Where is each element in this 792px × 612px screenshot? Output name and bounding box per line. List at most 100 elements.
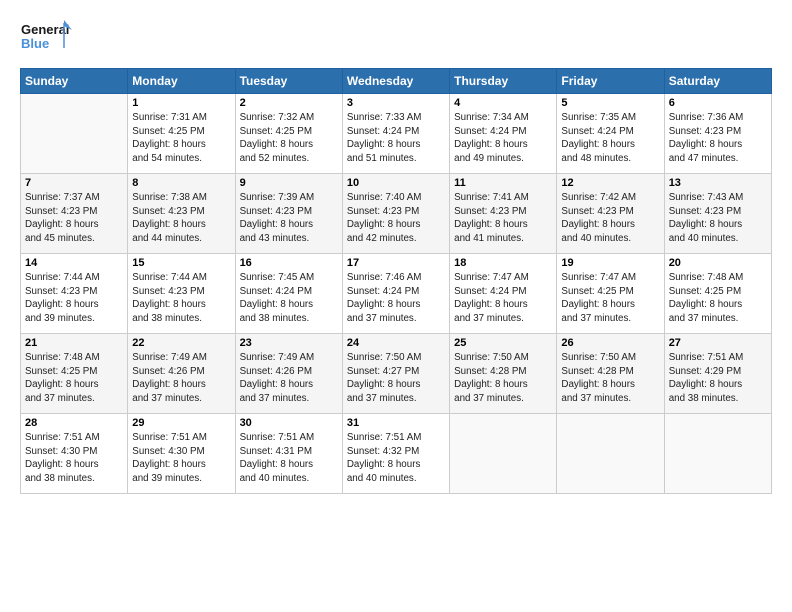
day-number: 29	[132, 417, 230, 429]
day-info: Sunrise: 7:40 AM Sunset: 4:23 PM Dayligh…	[347, 191, 445, 246]
calendar-cell: 23Sunrise: 7:49 AM Sunset: 4:26 PM Dayli…	[235, 334, 342, 414]
day-info: Sunrise: 7:32 AM Sunset: 4:25 PM Dayligh…	[240, 111, 338, 166]
day-number: 2	[240, 97, 338, 109]
calendar-cell: 13 Sunrise: 7:43 AM Sunset: 4:23 PM Dayli…	[664, 174, 771, 254]
day-info: Sunrise: 7:42 AM Sunset: 4:23 PM Dayligh…	[561, 191, 659, 246]
day-info: Sunrise: 7:31 AM Sunset: 4:25 PM Dayligh…	[132, 111, 230, 166]
calendar-cell: 30Sunrise: 7:51 AM Sunset: 4:31 PM Dayli…	[235, 414, 342, 494]
calendar-cell: 7 Sunrise: 7:37 AM Sunset: 4:23 PM Daylig…	[21, 174, 128, 254]
day-info: Sunrise: 7:35 AM Sunset: 4:24 PM Dayligh…	[561, 111, 659, 166]
day-info: Sunrise: 7:33 AM Sunset: 4:24 PM Dayligh…	[347, 111, 445, 166]
day-number: 9	[240, 177, 338, 189]
day-info: Sunrise: 7:50 AM Sunset: 4:28 PM Dayligh…	[454, 351, 552, 406]
day-info: Sunrise: 7:43 AM Sunset: 4:23 PM Dayligh…	[669, 191, 767, 246]
logo: General Blue	[20, 18, 72, 60]
calendar-cell: 16 Sunrise: 7:45 AM Sunset: 4:24 PM Dayli…	[235, 254, 342, 334]
calendar-cell: 17 Sunrise: 7:46 AM Sunset: 4:24 PM Dayli…	[342, 254, 449, 334]
day-number: 16	[240, 257, 338, 269]
calendar-table: SundayMondayTuesdayWednesdayThursdayFrid…	[20, 68, 772, 494]
day-number: 21	[25, 337, 123, 349]
day-number: 11	[454, 177, 552, 189]
calendar-cell: 9 Sunrise: 7:39 AM Sunset: 4:23 PM Daylig…	[235, 174, 342, 254]
calendar-day-header: Friday	[557, 69, 664, 94]
day-info: Sunrise: 7:45 AM Sunset: 4:24 PM Dayligh…	[240, 271, 338, 326]
day-number: 14	[25, 257, 123, 269]
calendar-cell	[21, 94, 128, 174]
calendar-cell: 22 Sunrise: 7:49 AM Sunset: 4:26 PM Dayli…	[128, 334, 235, 414]
calendar-cell: 19Sunrise: 7:47 AM Sunset: 4:25 PM Dayli…	[557, 254, 664, 334]
calendar-cell: 11 Sunrise: 7:41 AM Sunset: 4:23 PM Dayli…	[450, 174, 557, 254]
day-number: 3	[347, 97, 445, 109]
day-number: 24	[347, 337, 445, 349]
day-info: Sunrise: 7:47 AM Sunset: 4:25 PM Dayligh…	[561, 271, 659, 326]
day-number: 17	[347, 257, 445, 269]
calendar-cell: 29 Sunrise: 7:51 AM Sunset: 4:30 PM Dayli…	[128, 414, 235, 494]
day-info: Sunrise: 7:51 AM Sunset: 4:32 PM Dayligh…	[347, 431, 445, 486]
svg-text:General: General	[21, 22, 69, 37]
day-info: Sunrise: 7:48 AM Sunset: 4:25 PM Dayligh…	[669, 271, 767, 326]
calendar-week-row: 1 Sunrise: 7:31 AM Sunset: 4:25 PM Daylig…	[21, 94, 772, 174]
calendar-cell: 20 Sunrise: 7:48 AM Sunset: 4:25 PM Dayli…	[664, 254, 771, 334]
day-number: 1	[132, 97, 230, 109]
day-number: 7	[25, 177, 123, 189]
calendar-cell: 12 Sunrise: 7:42 AM Sunset: 4:23 PM Dayli…	[557, 174, 664, 254]
calendar-cell: 8Sunrise: 7:38 AM Sunset: 4:23 PM Daylig…	[128, 174, 235, 254]
calendar-cell: 21 Sunrise: 7:48 AM Sunset: 4:25 PM Dayli…	[21, 334, 128, 414]
calendar-cell	[557, 414, 664, 494]
calendar-cell: 5 Sunrise: 7:35 AM Sunset: 4:24 PM Daylig…	[557, 94, 664, 174]
calendar-cell: 26 Sunrise: 7:50 AM Sunset: 4:28 PM Dayli…	[557, 334, 664, 414]
day-info: Sunrise: 7:50 AM Sunset: 4:27 PM Dayligh…	[347, 351, 445, 406]
calendar-cell: 1 Sunrise: 7:31 AM Sunset: 4:25 PM Daylig…	[128, 94, 235, 174]
day-number: 20	[669, 257, 767, 269]
day-info: Sunrise: 7:49 AM Sunset: 4:26 PM Dayligh…	[132, 351, 230, 406]
calendar-week-row: 7 Sunrise: 7:37 AM Sunset: 4:23 PM Daylig…	[21, 174, 772, 254]
calendar-cell: 6 Sunrise: 7:36 AM Sunset: 4:23 PM Daylig…	[664, 94, 771, 174]
day-number: 28	[25, 417, 123, 429]
calendar-cell: 15Sunrise: 7:44 AM Sunset: 4:23 PM Dayli…	[128, 254, 235, 334]
day-number: 12	[561, 177, 659, 189]
calendar-week-row: 14 Sunrise: 7:44 AM Sunset: 4:23 PM Dayli…	[21, 254, 772, 334]
day-number: 22	[132, 337, 230, 349]
day-number: 25	[454, 337, 552, 349]
day-number: 18	[454, 257, 552, 269]
calendar-day-header: Sunday	[21, 69, 128, 94]
day-number: 4	[454, 97, 552, 109]
calendar-cell: 3 Sunrise: 7:33 AM Sunset: 4:24 PM Daylig…	[342, 94, 449, 174]
day-info: Sunrise: 7:47 AM Sunset: 4:24 PM Dayligh…	[454, 271, 552, 326]
calendar-cell: 14 Sunrise: 7:44 AM Sunset: 4:23 PM Dayli…	[21, 254, 128, 334]
day-number: 6	[669, 97, 767, 109]
calendar-cell: 24 Sunrise: 7:50 AM Sunset: 4:27 PM Dayli…	[342, 334, 449, 414]
day-info: Sunrise: 7:44 AM Sunset: 4:23 PM Dayligh…	[132, 271, 230, 326]
day-info: Sunrise: 7:34 AM Sunset: 4:24 PM Dayligh…	[454, 111, 552, 166]
day-info: Sunrise: 7:37 AM Sunset: 4:23 PM Dayligh…	[25, 191, 123, 246]
day-info: Sunrise: 7:46 AM Sunset: 4:24 PM Dayligh…	[347, 271, 445, 326]
day-info: Sunrise: 7:41 AM Sunset: 4:23 PM Dayligh…	[454, 191, 552, 246]
day-info: Sunrise: 7:36 AM Sunset: 4:23 PM Dayligh…	[669, 111, 767, 166]
day-info: Sunrise: 7:51 AM Sunset: 4:31 PM Dayligh…	[240, 431, 338, 486]
calendar-cell: 18 Sunrise: 7:47 AM Sunset: 4:24 PM Dayli…	[450, 254, 557, 334]
day-info: Sunrise: 7:39 AM Sunset: 4:23 PM Dayligh…	[240, 191, 338, 246]
day-number: 5	[561, 97, 659, 109]
day-number: 26	[561, 337, 659, 349]
calendar-cell: 2 Sunrise: 7:32 AM Sunset: 4:25 PM Daylig…	[235, 94, 342, 174]
svg-text:Blue: Blue	[21, 36, 49, 51]
day-info: Sunrise: 7:48 AM Sunset: 4:25 PM Dayligh…	[25, 351, 123, 406]
calendar-day-header: Monday	[128, 69, 235, 94]
logo-svg: General Blue	[20, 18, 72, 60]
day-info: Sunrise: 7:44 AM Sunset: 4:23 PM Dayligh…	[25, 271, 123, 326]
calendar-week-row: 21 Sunrise: 7:48 AM Sunset: 4:25 PM Dayli…	[21, 334, 772, 414]
calendar-day-header: Thursday	[450, 69, 557, 94]
calendar-cell: 27Sunrise: 7:51 AM Sunset: 4:29 PM Dayli…	[664, 334, 771, 414]
day-number: 13	[669, 177, 767, 189]
calendar-day-header: Tuesday	[235, 69, 342, 94]
day-number: 31	[347, 417, 445, 429]
day-number: 10	[347, 177, 445, 189]
day-info: Sunrise: 7:51 AM Sunset: 4:29 PM Dayligh…	[669, 351, 767, 406]
calendar-day-header: Wednesday	[342, 69, 449, 94]
day-info: Sunrise: 7:51 AM Sunset: 4:30 PM Dayligh…	[132, 431, 230, 486]
calendar-cell: 28 Sunrise: 7:51 AM Sunset: 4:30 PM Dayli…	[21, 414, 128, 494]
calendar-header-row: SundayMondayTuesdayWednesdayThursdayFrid…	[21, 69, 772, 94]
day-info: Sunrise: 7:50 AM Sunset: 4:28 PM Dayligh…	[561, 351, 659, 406]
day-info: Sunrise: 7:51 AM Sunset: 4:30 PM Dayligh…	[25, 431, 123, 486]
day-info: Sunrise: 7:38 AM Sunset: 4:23 PM Dayligh…	[132, 191, 230, 246]
